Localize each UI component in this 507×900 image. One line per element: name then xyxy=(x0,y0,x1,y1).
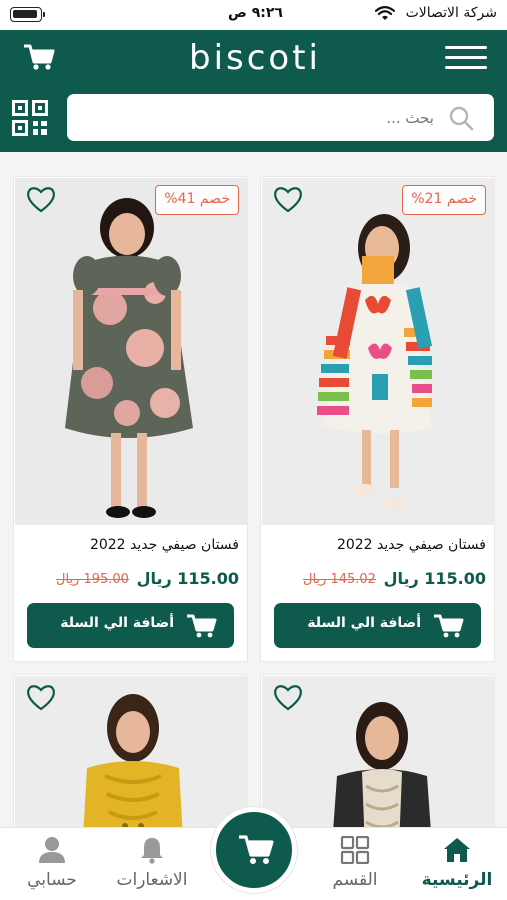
cart-icon xyxy=(239,835,274,864)
nav-notifications-label: الاشعارات xyxy=(116,870,188,890)
nav-home-label: الرئيسية xyxy=(421,870,493,890)
product-photo xyxy=(15,178,248,525)
nav-notifications[interactable]: الاشعارات xyxy=(102,828,202,900)
grid-icon xyxy=(340,836,370,864)
home-icon xyxy=(444,838,470,862)
menu-button[interactable] xyxy=(445,44,487,72)
cart-icon xyxy=(187,614,217,638)
search-input[interactable] xyxy=(94,94,434,141)
product-card[interactable] xyxy=(260,674,495,827)
cart-icon[interactable] xyxy=(22,42,56,72)
app-header: biscoti xyxy=(0,30,507,152)
product-title[interactable]: فستان صيفي جديد 2022 xyxy=(90,537,239,553)
nav-account[interactable]: حسابي xyxy=(2,828,102,900)
add-to-cart-label: أضافة الي السلة xyxy=(307,615,421,631)
menu-line-icon xyxy=(445,66,487,69)
old-price: 195.00 ريال xyxy=(56,572,129,587)
status-bar: ٩:٢٦ ص شركة الاتصالات xyxy=(0,0,507,30)
bell-icon xyxy=(141,838,163,864)
brand-logo: biscoti xyxy=(188,38,321,78)
wifi-icon xyxy=(375,6,395,20)
product-photo xyxy=(262,178,495,525)
cart-fab-button[interactable] xyxy=(211,807,297,893)
old-price: 145.02 ريال xyxy=(303,572,376,587)
add-to-cart-button[interactable]: أضافة الي السلة xyxy=(274,603,481,648)
search-bar[interactable] xyxy=(67,94,494,141)
product-title[interactable]: فستان صيفي جديد 2022 xyxy=(337,537,486,553)
search-icon[interactable] xyxy=(448,105,474,131)
product-image[interactable] xyxy=(15,178,248,525)
product-card[interactable] xyxy=(13,674,248,827)
nav-category[interactable]: القسم xyxy=(305,828,405,900)
nav-home[interactable]: الرئيسية xyxy=(407,828,507,900)
nav-category-label: القسم xyxy=(332,870,378,890)
battery-icon xyxy=(10,7,45,22)
product-image[interactable] xyxy=(262,178,495,525)
product-card[interactable]: خصم 21% فستان صيفي جديد 2022 115.00 ريال… xyxy=(260,176,495,662)
menu-line-icon xyxy=(445,46,487,49)
heart-icon[interactable] xyxy=(273,683,303,711)
discount-badge: خصم 41% xyxy=(155,185,239,215)
heart-icon[interactable] xyxy=(26,683,56,711)
add-to-cart-button[interactable]: أضافة الي السلة xyxy=(27,603,234,648)
menu-line-icon xyxy=(445,56,487,59)
product-price: 115.00 ريال xyxy=(383,569,486,588)
cart-icon xyxy=(434,614,464,638)
product-card[interactable]: خصم 41% فستان صيفي جديد 2022 115.00 ريال… xyxy=(13,176,248,662)
user-icon xyxy=(39,837,65,863)
heart-icon[interactable] xyxy=(273,185,303,213)
carrier-name: شركة الاتصالات xyxy=(405,5,497,21)
nav-account-label: حسابي xyxy=(27,870,77,890)
status-time: ٩:٢٦ ص xyxy=(228,5,283,21)
heart-icon[interactable] xyxy=(26,185,56,213)
qr-scan-icon[interactable] xyxy=(12,100,48,136)
product-grid: خصم 21% فستان صيفي جديد 2022 115.00 ريال… xyxy=(0,152,507,827)
product-price: 115.00 ريال xyxy=(136,569,239,588)
discount-badge: خصم 21% xyxy=(402,185,486,215)
add-to-cart-label: أضافة الي السلة xyxy=(60,615,174,631)
